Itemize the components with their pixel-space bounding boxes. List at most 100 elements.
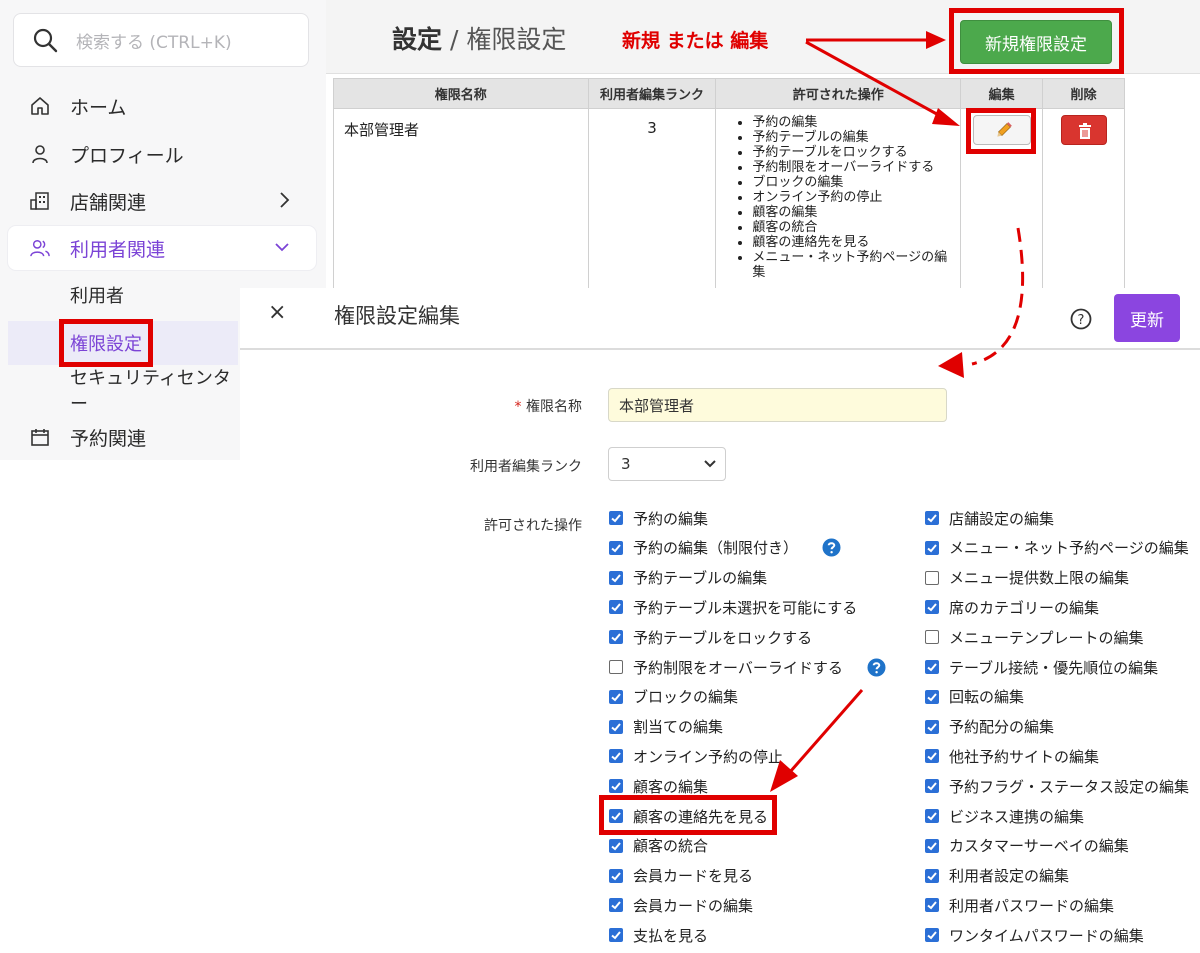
check-icon — [927, 722, 937, 732]
operation-checkbox-row[interactable]: 予約テーブルの編集 — [609, 567, 767, 589]
list-item: 予約テーブルの編集 — [752, 130, 954, 145]
operation-checkbox-row[interactable]: 利用者設定の編集 — [925, 865, 1069, 887]
required-mark: * — [514, 399, 522, 415]
checkbox-checked[interactable] — [925, 660, 939, 674]
checkbox-checked[interactable] — [925, 868, 939, 883]
sidebar-item-users[interactable]: 利用者関連 — [8, 226, 316, 270]
sidebar-item-store[interactable]: 店舗関連 — [8, 179, 316, 223]
list-item: 予約テーブルをロックする — [752, 145, 954, 160]
operation-label: メニュー提供数上限の編集 — [949, 569, 1130, 588]
column-header-edit: 編集 — [960, 78, 1044, 109]
operation-checkbox-row[interactable]: 支払を見る — [609, 924, 708, 946]
operation-checkbox-row[interactable]: 予約テーブル未選択を可能にする — [609, 596, 857, 618]
annotation-new-or-edit: 新規 または 編集 — [622, 30, 769, 52]
operation-label: 利用者パスワードの編集 — [949, 896, 1115, 915]
checkbox-checked[interactable] — [925, 898, 939, 913]
sidebar-item-label: 予約関連 — [70, 427, 147, 450]
operation-checkbox-row[interactable]: 顧客の編集 — [609, 775, 708, 797]
list-item: オンライン予約の停止 — [752, 190, 954, 205]
sidebar-subitem-permissions[interactable]: 権限設定 — [8, 319, 238, 367]
rank-label: 利用者編集ランク — [470, 459, 582, 475]
checkbox-checked[interactable] — [609, 570, 623, 585]
checkbox-checked[interactable] — [925, 749, 939, 764]
check-icon — [927, 782, 937, 791]
operation-checkbox-row[interactable]: オンライン予約の停止 — [609, 745, 783, 767]
operation-checkbox-row[interactable]: メニュー提供数上限の編集 — [925, 567, 1129, 589]
operation-checkbox-row[interactable]: メニュー・ネット予約ページの編集 — [925, 537, 1189, 559]
checkbox-checked[interactable] — [925, 511, 939, 525]
checkbox-checked[interactable] — [609, 868, 623, 883]
operation-checkbox-row[interactable]: 予約制限をオーバーライドする — [609, 656, 886, 678]
operation-checkbox-row[interactable]: 予約フラグ・ステータス設定の編集 — [925, 775, 1189, 797]
checkbox-checked[interactable] — [925, 779, 939, 794]
operation-label: 回転の編集 — [949, 688, 1025, 707]
checkbox-unchecked[interactable] — [925, 630, 939, 645]
breadcrumb-settings[interactable]: 設定 — [392, 25, 442, 54]
operation-checkbox-row[interactable]: カスタマーサーベイの編集 — [925, 835, 1129, 857]
check-icon — [611, 603, 621, 612]
question-icon[interactable] — [867, 658, 886, 677]
operation-checkbox-row[interactable]: 予約配分の編集 — [925, 716, 1054, 738]
rank-select[interactable]: 3 — [608, 447, 726, 481]
sidebar-subitem-security[interactable]: セキュリティセンター — [8, 368, 238, 415]
question-icon[interactable] — [822, 538, 841, 557]
building-icon — [30, 191, 50, 211]
checkbox-checked[interactable] — [609, 898, 623, 913]
operation-checkbox-row[interactable]: 店舗設定の編集 — [925, 507, 1054, 529]
checkbox-checked[interactable] — [609, 928, 623, 943]
checkbox-checked[interactable] — [925, 689, 939, 704]
checkbox-unchecked[interactable] — [925, 570, 939, 585]
operation-checkbox-row[interactable]: ワンタイムパスワードの編集 — [925, 924, 1144, 946]
check-icon — [611, 722, 621, 732]
close-icon[interactable]: × — [268, 300, 286, 325]
checkbox-checked[interactable] — [925, 600, 939, 615]
sidebar-item-home[interactable]: ホーム — [8, 84, 316, 128]
operation-checkbox-row[interactable]: 回転の編集 — [925, 686, 1024, 708]
help-icon[interactable]: ? — [1070, 308, 1092, 330]
check-icon — [611, 931, 621, 940]
trash-icon — [1078, 123, 1091, 139]
operation-checkbox-row[interactable]: テーブル接続・優先順位の編集 — [925, 656, 1158, 678]
list-item: 顧客の編集 — [752, 205, 954, 220]
checkbox-checked[interactable] — [609, 749, 623, 764]
column-header-operations: 許可された操作 — [715, 78, 962, 109]
checkbox-checked[interactable] — [609, 600, 623, 615]
checkbox-checked[interactable] — [609, 838, 623, 853]
permission-name-input[interactable] — [608, 388, 947, 422]
operation-checkbox-row[interactable]: 会員カードの編集 — [609, 894, 753, 916]
operation-checkbox-row[interactable]: 席のカテゴリーの編集 — [925, 596, 1099, 618]
delete-button[interactable] — [1060, 115, 1107, 145]
operation-checkbox-row[interactable]: ブロックの編集 — [609, 686, 738, 708]
operation-checkbox-row[interactable]: ビジネス連携の編集 — [925, 805, 1084, 827]
operation-checkbox-row[interactable]: 予約の編集 — [609, 507, 708, 529]
checkbox-checked[interactable] — [925, 838, 939, 853]
operation-checkbox-row[interactable]: 顧客の統合 — [609, 835, 708, 857]
search-input[interactable]: 検索する (CTRL+K) — [13, 13, 309, 67]
sidebar-subitem-users[interactable]: 利用者 — [8, 273, 238, 317]
checkbox-checked[interactable] — [925, 719, 939, 734]
operation-checkbox-row[interactable]: 割当ての編集 — [609, 716, 723, 738]
checkbox-checked[interactable] — [609, 719, 623, 734]
operation-checkbox-row[interactable]: 他社予約サイトの編集 — [925, 745, 1099, 767]
checkbox-unchecked[interactable] — [609, 660, 623, 674]
checkbox-checked[interactable] — [609, 540, 623, 555]
operation-label: オンライン予約の停止 — [633, 747, 784, 766]
sidebar-item-profile[interactable]: プロフィール — [8, 132, 316, 176]
operation-checkbox-row[interactable]: 予約の編集（制限付き） — [609, 537, 841, 559]
operation-checkbox-row[interactable]: メニューテンプレートの編集 — [925, 626, 1144, 648]
list-item: ブロックの編集 — [752, 175, 954, 190]
checkbox-checked[interactable] — [609, 630, 623, 645]
check-icon — [611, 633, 621, 642]
checkbox-checked[interactable] — [609, 689, 623, 704]
operation-checkbox-row[interactable]: 利用者パスワードの編集 — [925, 894, 1114, 916]
checkbox-checked[interactable] — [609, 779, 623, 794]
new-permission-button[interactable]: 新規権限設定 — [960, 20, 1112, 64]
operation-checkbox-row[interactable]: 予約テーブルをロックする — [609, 626, 812, 648]
operations-list: 予約の編集 予約テーブルの編集 予約テーブルをロックする 予約制限をオーバーライ… — [738, 115, 954, 280]
checkbox-checked[interactable] — [925, 928, 939, 943]
checkbox-checked[interactable] — [925, 809, 939, 823]
checkbox-checked[interactable] — [609, 511, 623, 525]
checkbox-checked[interactable] — [925, 540, 939, 555]
operation-checkbox-row[interactable]: 会員カードを見る — [609, 865, 753, 887]
update-button[interactable]: 更新 — [1114, 294, 1180, 342]
